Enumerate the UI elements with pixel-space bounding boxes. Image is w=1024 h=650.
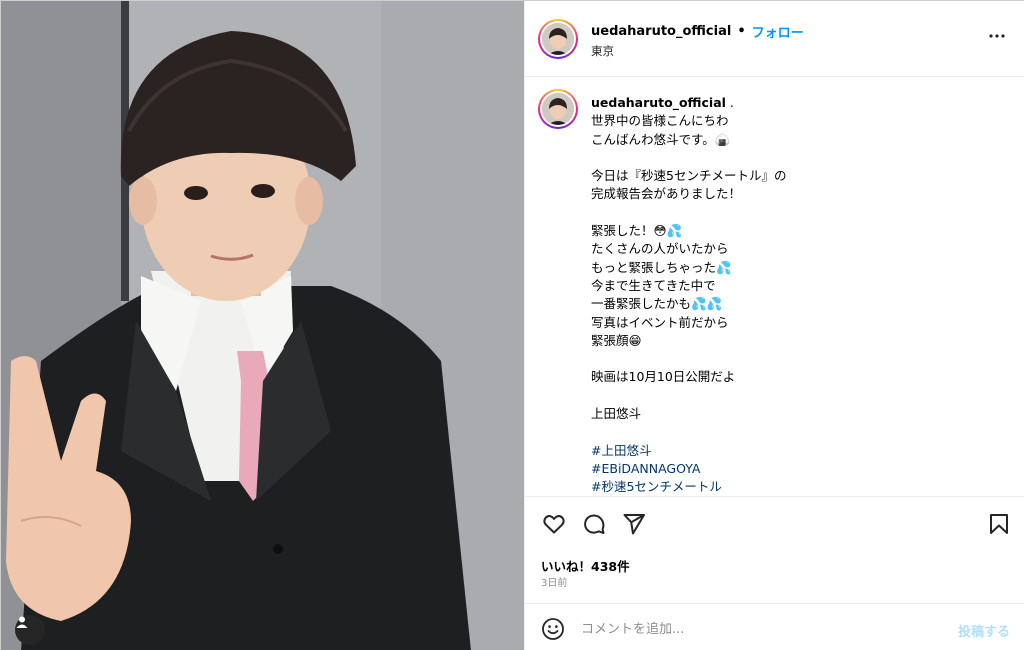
caption-header-line: uedaharuto_official . — [591, 94, 1011, 112]
post-comment-button[interactable]: 投稿する — [958, 621, 1010, 640]
share-icon — [623, 514, 645, 535]
follow-button[interactable]: フォロー — [752, 22, 804, 41]
caption-area: uedaharuto_official . 世界中の皆様こんにちわ こんばんわ悠… — [525, 77, 1024, 497]
likes-count[interactable]: いいね！438件 — [541, 556, 630, 575]
caption-line — [591, 204, 1011, 222]
photo-illustration — [1, 1, 524, 650]
caption-line: こんばんわ悠斗です。🍙 — [591, 131, 731, 147]
hashtag-link[interactable]: #上田悠斗 — [591, 442, 1011, 460]
location-link[interactable]: 東京 — [591, 43, 614, 59]
action-bar — [525, 498, 1024, 548]
save-button[interactable] — [986, 511, 1012, 537]
header-user-line: uedaharuto_official • フォロー — [591, 22, 804, 41]
like-button[interactable] — [541, 511, 567, 537]
caption-line: もっと緊張しちゃった💦 — [591, 259, 732, 275]
caption-line — [591, 350, 1011, 368]
user-tag-icon — [16, 616, 28, 628]
more-options-button[interactable] — [988, 27, 1006, 45]
comment-button[interactable] — [581, 511, 607, 537]
hashtag-link[interactable]: #EBiDANNAGOYA — [591, 460, 1011, 478]
emoji-button[interactable] — [541, 617, 565, 641]
caption-line: 緊張顔😁 — [591, 332, 642, 348]
post-modal: uedaharuto_official • フォロー 東京 uedaharuto… — [0, 0, 1024, 650]
post-caption: uedaharuto_official . 世界中の皆様こんにちわ こんばんわ悠… — [591, 94, 1011, 496]
avatar[interactable] — [538, 19, 578, 59]
avatar-image — [542, 93, 574, 125]
caption-line: たくさんの人がいたから — [591, 241, 729, 257]
username-link[interactable]: uedaharuto_official — [591, 24, 731, 39]
post-photo[interactable] — [1, 1, 524, 650]
caption-line — [591, 149, 1011, 167]
caption-line: 上田悠斗 — [591, 406, 642, 422]
bookmark-icon — [990, 514, 1008, 534]
caption-line: 今まで生きてきた中で — [591, 277, 716, 293]
caption-line — [591, 387, 1011, 405]
comment-bar: 投稿する — [525, 603, 1024, 650]
caption-line: 完成報告会がありました！ — [591, 186, 742, 202]
caption-line: 今日は『秒速5センチメートル』の — [591, 168, 787, 184]
hashtag-link[interactable]: #秒速5センチメートル — [591, 478, 1011, 496]
post-time[interactable]: 3日前 — [541, 574, 567, 589]
more-options-icon — [989, 34, 1005, 38]
post-details-panel: uedaharuto_official • フォロー 東京 uedaharuto… — [524, 1, 1024, 650]
emoji-icon — [542, 618, 564, 640]
caption-line — [591, 423, 1011, 441]
caption-line: 緊張した！😳💦 — [591, 223, 683, 239]
share-button[interactable] — [621, 511, 647, 537]
heart-icon — [543, 515, 565, 534]
post-header: uedaharuto_official • フォロー 東京 — [525, 1, 1024, 77]
separator-dot: • — [737, 24, 746, 39]
user-tag-button[interactable] — [15, 615, 45, 645]
caption-line: 写真はイベント前だから — [591, 314, 729, 330]
avatar-image — [542, 23, 574, 55]
comment-icon — [584, 514, 605, 534]
caption-line: 映画は10月10日公開だよ — [591, 369, 736, 385]
caption-username[interactable]: uedaharuto_official — [591, 95, 726, 110]
caption-line: 世界中の皆様こんにちわ — [591, 113, 729, 129]
comment-input[interactable] — [581, 618, 931, 640]
caption-line: 一番緊張したかも💦💦 — [591, 296, 723, 312]
caption-avatar[interactable] — [538, 89, 578, 129]
caption-user-suffix: . — [725, 95, 734, 110]
